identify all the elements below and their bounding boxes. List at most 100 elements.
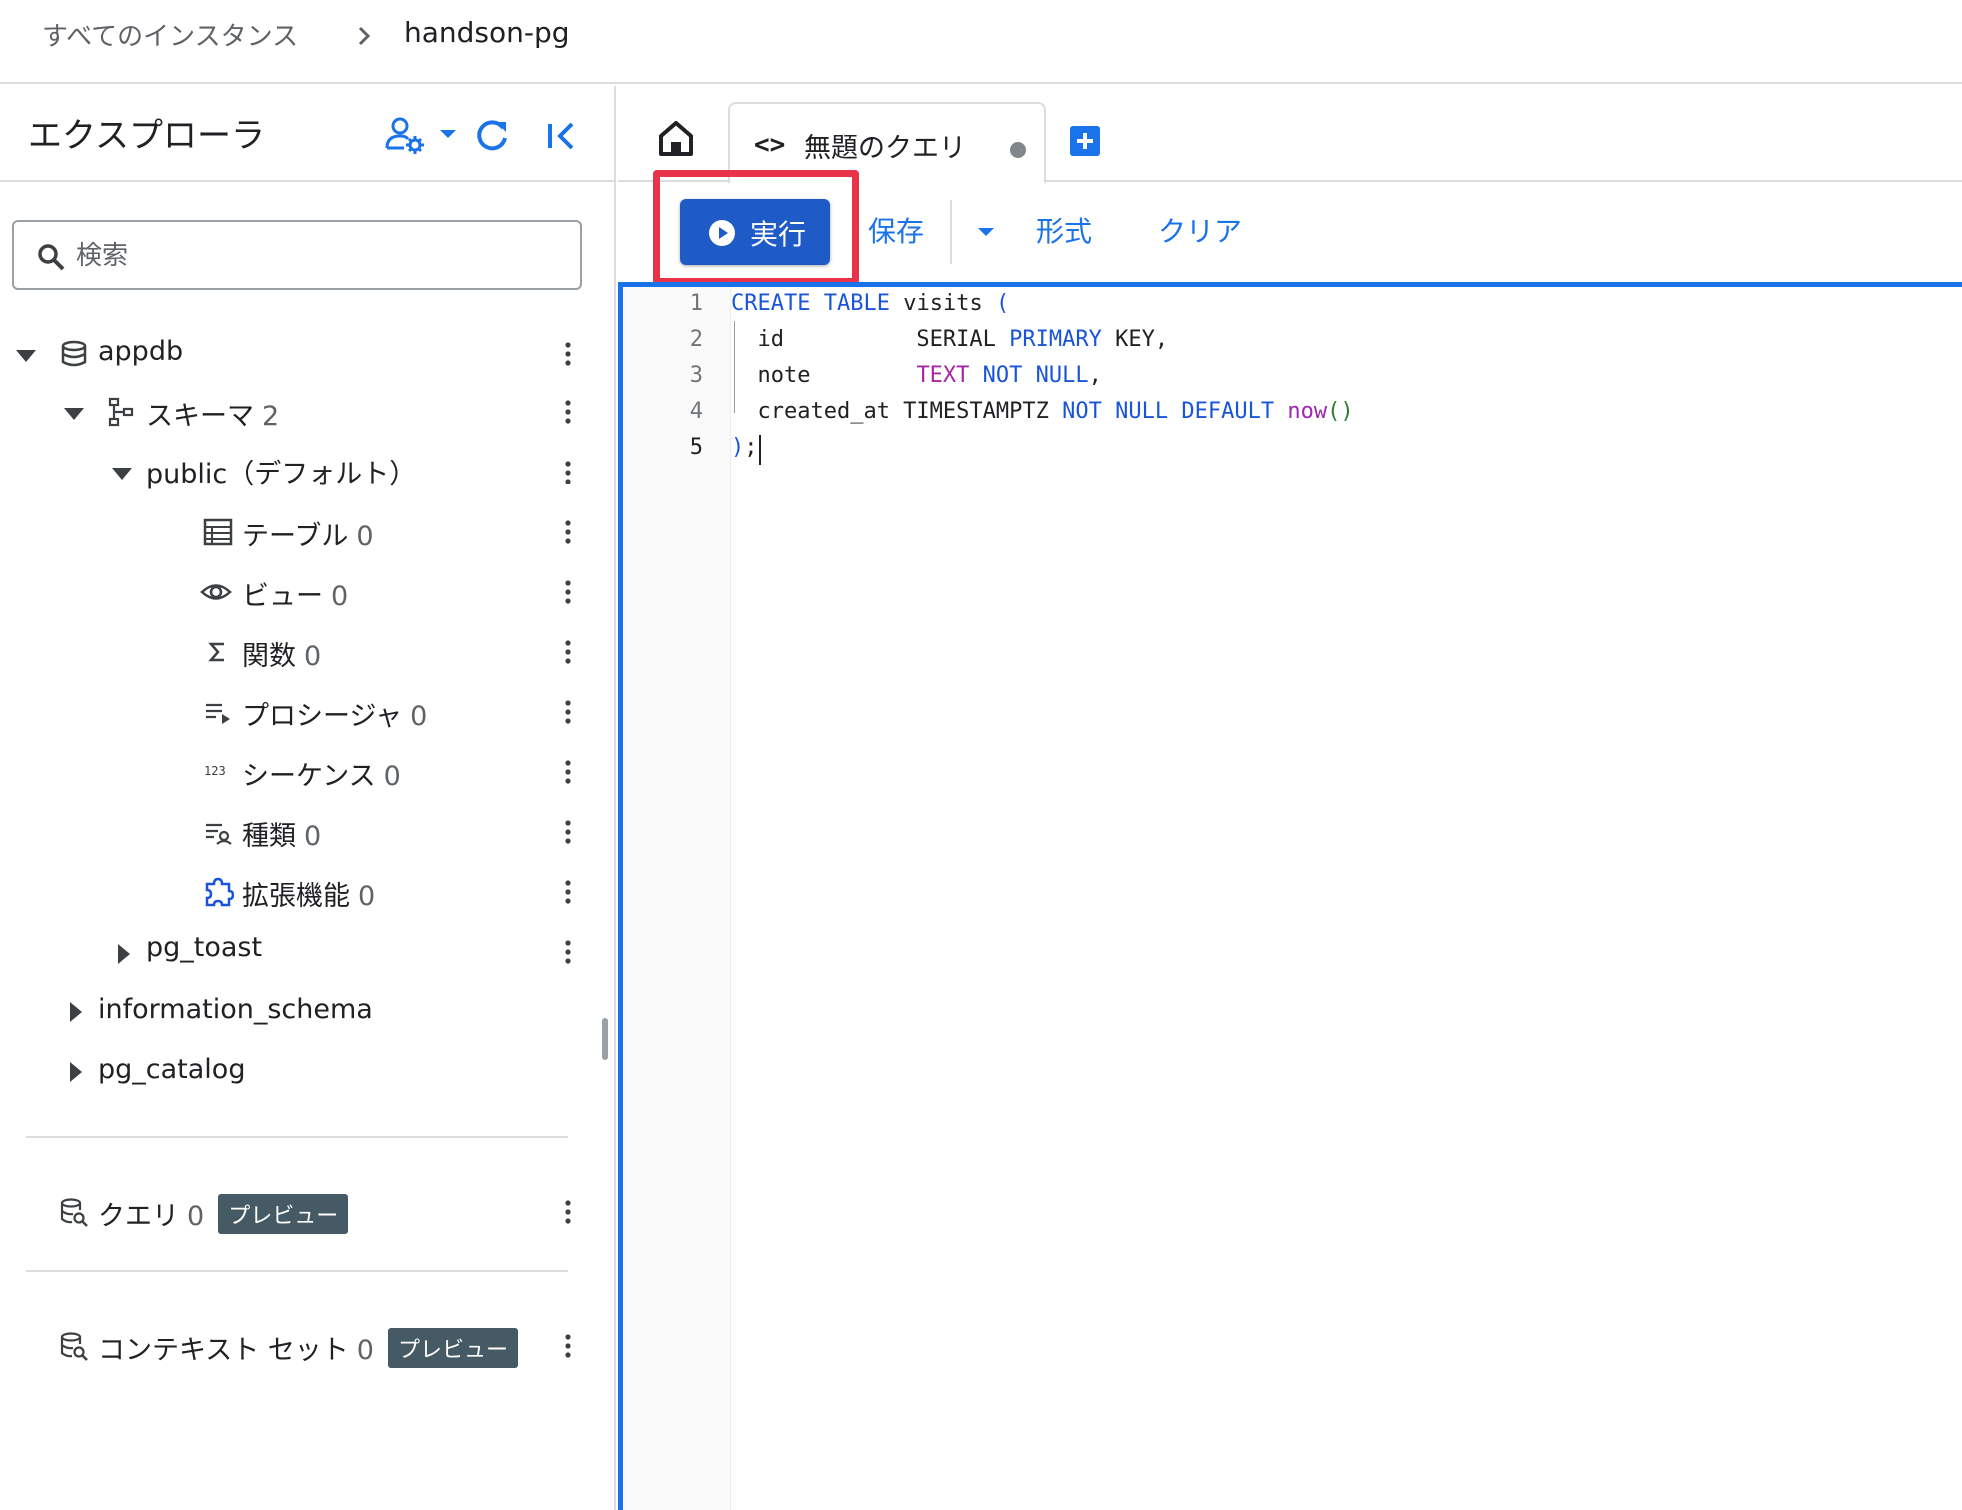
refresh-icon[interactable] <box>470 114 514 158</box>
caret-down-icon[interactable] <box>440 128 456 140</box>
more-vert-icon[interactable] <box>556 398 580 426</box>
breadcrumb-all-instances[interactable]: すべてのインスタンス <box>42 16 298 53</box>
tab-bar: <> 無題のクエリ <box>618 86 1962 184</box>
more-vert-icon[interactable] <box>556 578 580 606</box>
tree-label-views: ビュー 0 <box>242 581 349 612</box>
tree-item-appdb[interactable]: appdb <box>0 326 600 382</box>
tree-item-pg-toast[interactable]: pg_toast <box>0 922 600 978</box>
tree-item-types[interactable]: 種類 0 <box>0 804 600 860</box>
more-vert-icon[interactable] <box>556 340 580 368</box>
sidebar-resize-handle[interactable] <box>602 1018 608 1060</box>
tree-item-context-sets[interactable]: コンテキスト セット 0 プレビュー <box>0 1318 600 1374</box>
extension-icon <box>205 877 234 907</box>
tree-item-public[interactable]: public（デフォルト） <box>0 442 600 498</box>
explorer-header: エクスプローラ <box>0 86 614 182</box>
clear-button[interactable]: クリア <box>1158 210 1242 250</box>
sql-editor[interactable]: 1 2 3 4 5 CREATE TABLE visits ( id SERIA… <box>618 282 1962 1510</box>
tree-item-extensions[interactable]: 拡張機能 0 <box>0 864 600 920</box>
save-button[interactable]: 保存 <box>868 210 924 250</box>
breadcrumb-current-instance: handson-pg <box>404 16 570 49</box>
tab-title: 無題のクエリ <box>804 133 966 164</box>
more-vert-icon[interactable] <box>556 818 580 846</box>
caret-down-icon[interactable] <box>62 402 86 426</box>
tree-label-queries: クエリ 0 プレビュー <box>98 1194 349 1234</box>
database-search-icon <box>60 1198 88 1227</box>
tree-item-views[interactable]: ビュー 0 <box>0 564 600 620</box>
more-vert-icon[interactable] <box>556 638 580 666</box>
more-vert-icon[interactable] <box>556 1198 580 1226</box>
caret-down-icon[interactable] <box>110 460 134 484</box>
caret-right-icon[interactable] <box>112 942 136 966</box>
code-icon: <> <box>754 130 786 160</box>
run-button[interactable]: 実行 <box>680 199 830 265</box>
caret-down-icon[interactable] <box>974 220 998 244</box>
eye-icon <box>200 584 232 600</box>
database-icon <box>61 340 87 367</box>
explorer-title: エクスプローラ <box>28 116 265 156</box>
tree-label-extensions: 拡張機能 0 <box>242 881 376 912</box>
tree-label-context-sets: コンテキスト セット 0 プレビュー <box>98 1328 518 1368</box>
preview-badge: プレビュー <box>387 1328 518 1368</box>
sequence-icon: 123 <box>204 764 226 778</box>
play-circle-icon <box>709 220 735 246</box>
line-number: 4 <box>689 399 703 424</box>
more-vert-icon[interactable] <box>556 456 580 484</box>
add-tab-icon[interactable] <box>1070 126 1100 156</box>
tree-label-appdb: appdb <box>98 336 184 367</box>
tree-item-queries[interactable]: クエリ 0 プレビュー <box>0 1184 600 1240</box>
tree-label-pg-toast: pg_toast <box>146 932 263 963</box>
search-icon <box>38 244 65 271</box>
preview-badge: プレビュー <box>218 1194 349 1234</box>
caret-right-icon[interactable] <box>64 1060 88 1084</box>
database-search-icon <box>60 1332 88 1361</box>
tree-label-schemas: スキーマ 2 <box>146 401 280 432</box>
breadcrumb: すべてのインスタンス handson-pg <box>0 0 1962 84</box>
tree-label-tables: テーブル 0 <box>242 521 374 552</box>
tree-label-procedures: プロシージャ 0 <box>242 701 428 732</box>
code-line: CREATE TABLE visits ( <box>731 291 1010 316</box>
code-line: created_at TIMESTAMPTZ NOT NULL DEFAULT … <box>731 399 1354 424</box>
more-vert-icon[interactable] <box>556 1332 580 1360</box>
tree-item-tables[interactable]: テーブル 0 <box>0 504 600 560</box>
more-vert-icon[interactable] <box>556 518 580 546</box>
tree-label-functions: 関数 0 <box>242 641 322 672</box>
tree-item-functions[interactable]: 関数 0 <box>0 624 600 680</box>
divider <box>26 1270 568 1272</box>
line-number: 2 <box>689 327 703 352</box>
tree-label-information-schema: information_schema <box>98 994 373 1025</box>
caret-right-icon[interactable] <box>64 1000 88 1024</box>
line-number: 1 <box>689 291 703 316</box>
tree-item-sequences[interactable]: 123 シーケンス 0 <box>0 744 600 800</box>
code-line: id SERIAL PRIMARY KEY, <box>731 327 1169 352</box>
search-input[interactable] <box>76 234 556 278</box>
text-cursor <box>759 435 761 465</box>
more-vert-icon[interactable] <box>556 936 580 964</box>
home-icon[interactable] <box>656 118 696 158</box>
tree-label-types: 種類 0 <box>242 821 322 852</box>
schema-icon <box>108 397 134 427</box>
more-vert-icon[interactable] <box>556 878 580 906</box>
tree-label-sequences: シーケンス 0 <box>242 761 401 792</box>
run-button-label: 実行 <box>750 219 807 250</box>
divider <box>26 1136 568 1138</box>
toolbar-divider <box>950 200 952 264</box>
tree-item-procedures[interactable]: プロシージャ 0 <box>0 684 600 740</box>
more-vert-icon[interactable] <box>556 758 580 786</box>
tree-item-pg-catalog[interactable]: pg_catalog <box>0 1044 600 1100</box>
line-number-gutter: 1 2 3 4 5 <box>623 287 731 1510</box>
unsaved-dot-icon <box>1010 142 1026 158</box>
caret-down-icon[interactable] <box>14 344 38 368</box>
user-settings-icon[interactable] <box>384 114 428 158</box>
code-line: note TEXT NOT NULL, <box>731 363 1102 388</box>
collapse-panel-icon[interactable] <box>540 114 584 158</box>
tree-item-information-schema[interactable]: information_schema <box>0 984 600 1040</box>
line-number: 5 <box>689 435 703 460</box>
tree-label-pg-catalog: pg_catalog <box>98 1054 246 1085</box>
format-button[interactable]: 形式 <box>1036 210 1092 250</box>
search-input-box[interactable] <box>12 220 582 290</box>
more-vert-icon[interactable] <box>556 698 580 726</box>
procedure-icon <box>206 703 230 724</box>
type-icon <box>206 823 232 845</box>
tree-item-schemas[interactable]: スキーマ 2 <box>0 384 600 440</box>
explorer-sidebar: エクスプローラ appdb スキーマ2 <box>0 86 616 1510</box>
